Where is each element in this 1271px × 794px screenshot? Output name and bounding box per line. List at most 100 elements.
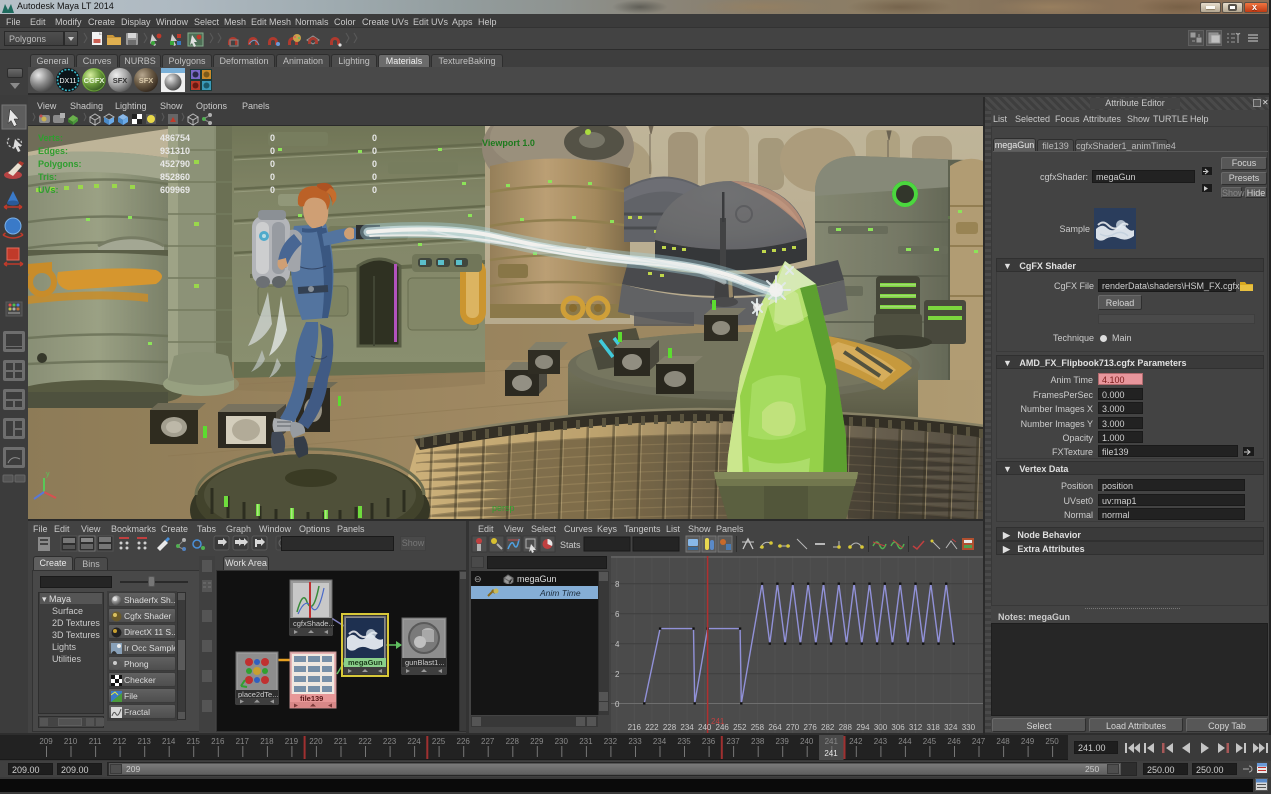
svg-text:megaGun: megaGun [348,658,383,667]
svg-text:6: 6 [615,610,620,619]
svg-text:218: 218 [260,737,274,746]
svg-text:306: 306 [891,723,905,732]
svg-text:270: 270 [786,723,800,732]
svg-text:211: 211 [89,737,102,746]
svg-text:330: 330 [962,723,976,732]
svg-text:231: 231 [579,737,593,746]
svg-text:288: 288 [839,723,853,732]
svg-text:209: 209 [39,737,53,746]
svg-text:318: 318 [927,723,941,732]
svg-text:Tris:: Tris: [38,172,57,182]
svg-text:234: 234 [680,723,694,732]
svg-text:227: 227 [481,737,495,746]
svg-text:216: 216 [211,737,225,746]
svg-text:0: 0 [372,185,377,195]
svg-text:4: 4 [615,640,620,649]
svg-text:212: 212 [113,737,127,746]
svg-text:222: 222 [358,737,372,746]
svg-text:persp: persp [492,503,515,513]
svg-text:214: 214 [162,737,176,746]
svg-text:213: 213 [138,737,152,746]
svg-text:249: 249 [1021,737,1035,746]
svg-text:UVs:: UVs: [38,185,59,195]
svg-text:Edges:: Edges: [38,146,68,156]
svg-text:294: 294 [856,723,870,732]
svg-text:486754: 486754 [160,133,190,143]
svg-text:0: 0 [270,133,275,143]
svg-text:234: 234 [653,737,667,746]
svg-text:242: 242 [849,737,863,746]
svg-text:215: 215 [187,737,201,746]
svg-text:0: 0 [270,172,275,182]
svg-text:246: 246 [716,723,730,732]
svg-text:220: 220 [309,737,323,746]
svg-text:Viewport 1.0: Viewport 1.0 [482,138,535,148]
svg-text:241: 241 [824,749,838,758]
svg-text:282: 282 [821,723,835,732]
svg-text:300: 300 [874,723,888,732]
svg-text:Verts:: Verts: [38,133,63,143]
svg-text:264: 264 [768,723,782,732]
svg-text:276: 276 [804,723,818,732]
svg-text:place2dTe...: place2dTe... [238,690,278,699]
svg-text:0: 0 [372,172,377,182]
svg-text:241: 241 [825,737,839,746]
svg-text:252: 252 [733,723,747,732]
svg-text:2: 2 [615,670,620,679]
svg-text:245: 245 [923,737,937,746]
svg-text:221: 221 [334,737,348,746]
svg-text:228: 228 [663,723,677,732]
svg-text:224: 224 [407,737,421,746]
svg-text:217: 217 [236,737,250,746]
svg-text:cgfxShade...: cgfxShade... [293,619,335,628]
svg-text:248: 248 [996,737,1010,746]
svg-text:238: 238 [751,737,765,746]
svg-text:312: 312 [909,723,923,732]
svg-text:235: 235 [677,737,691,746]
svg-text:Stats: Stats [560,540,581,550]
svg-text:246: 246 [947,737,961,746]
svg-text:216: 216 [628,723,642,732]
svg-text:243: 243 [874,737,888,746]
svg-text:0: 0 [372,133,377,143]
svg-text:247: 247 [972,737,986,746]
svg-text:240: 240 [698,723,712,732]
svg-text:223: 223 [383,737,397,746]
svg-text:452790: 452790 [160,159,190,169]
svg-text:Polygons:: Polygons: [38,159,82,169]
svg-text:DX11: DX11 [60,78,77,85]
svg-text:0: 0 [270,159,275,169]
svg-text:8: 8 [615,580,620,589]
svg-text:222: 222 [645,723,659,732]
svg-text:0: 0 [372,146,377,156]
svg-text:609969: 609969 [160,185,190,195]
svg-text:0: 0 [372,159,377,169]
svg-text:324: 324 [944,723,958,732]
svg-text:236: 236 [702,737,716,746]
svg-text:CGFX: CGFX [84,76,105,85]
svg-text:233: 233 [628,737,642,746]
svg-text:0: 0 [270,185,275,195]
svg-text:232: 232 [604,737,618,746]
svg-text:SFX: SFX [139,76,154,85]
svg-text:225: 225 [432,737,446,746]
svg-text:0: 0 [615,700,620,709]
svg-text:y: y [46,471,50,478]
svg-text:226: 226 [457,737,471,746]
svg-text:240: 240 [800,737,814,746]
svg-text:239: 239 [776,737,790,746]
svg-text:250: 250 [1045,737,1059,746]
svg-text:219: 219 [285,737,299,746]
svg-text:244: 244 [898,737,912,746]
svg-text:852860: 852860 [160,172,190,182]
svg-text:229: 229 [530,737,544,746]
svg-text:0: 0 [270,146,275,156]
svg-text:228: 228 [506,737,520,746]
svg-text:210: 210 [64,737,78,746]
svg-text:258: 258 [751,723,765,732]
svg-text:file139: file139 [300,694,323,703]
svg-text:gunBlast1...: gunBlast1... [405,658,445,667]
svg-text:237: 237 [726,737,740,746]
svg-text:SFX: SFX [113,76,128,85]
svg-text:931310: 931310 [160,146,190,156]
